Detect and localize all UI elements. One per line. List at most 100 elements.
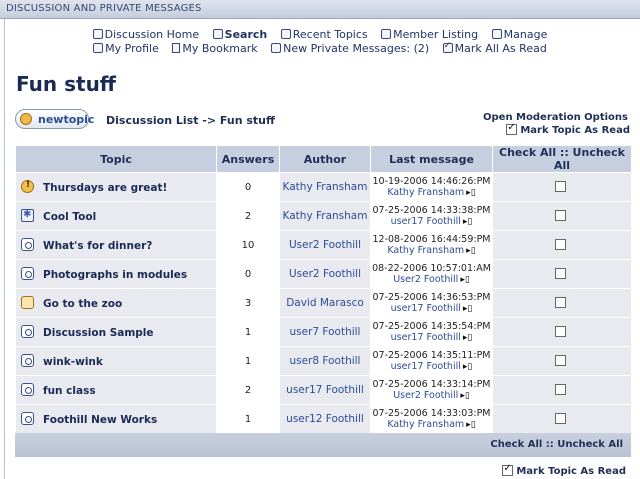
last-message-user[interactable]: Kathy Fransham [387, 245, 464, 256]
last-message-cell: 07-25-2006 14:33:38:PM user17 Foothill [370, 201, 493, 231]
answers-cell: 1 [216, 346, 280, 376]
select-topic-checkbox[interactable] [555, 384, 566, 395]
nav-my-bookmark[interactable]: My Bookmark [172, 42, 258, 55]
topic-link[interactable]: Foothill New Works [43, 414, 157, 426]
table-row: Cool Tool 2Kathy Fransham07-25-2006 14:33… [15, 201, 632, 231]
topic-link[interactable]: Photographs in modules [43, 269, 187, 281]
topic-link[interactable]: Cool Tool [43, 211, 96, 223]
nav-search[interactable]: Search [212, 28, 267, 41]
topic-cell: What's for dinner? [15, 230, 217, 260]
window-title: DISCUSSION AND PRIVATE MESSAGES [6, 3, 202, 14]
tool-icon [21, 209, 34, 222]
last-message-date: 07-25-2006 14:36:53:PM [372, 291, 491, 303]
header-author: Author [279, 145, 371, 173]
nav-discussion-home[interactable]: Discussion Home [92, 28, 199, 41]
home-icon [92, 29, 103, 39]
go-to-message-icon[interactable] [466, 188, 475, 199]
select-topic-checkbox[interactable] [555, 239, 566, 250]
nav-row-primary: Discussion Home Search Recent Topics Mem… [0, 28, 640, 41]
answers-cell: 3 [216, 288, 280, 318]
search-icon [212, 29, 223, 39]
go-to-message-icon[interactable] [460, 391, 469, 402]
header-topic: Topic [15, 145, 217, 173]
select-topic-checkbox[interactable] [555, 181, 566, 192]
mark-topic-read-bottom[interactable]: Mark Topic As Read [502, 463, 626, 477]
last-message-date: 07-25-2006 14:33:03:PM [372, 407, 491, 419]
nav-recent-topics[interactable]: Recent Topics [280, 28, 368, 41]
last-message-date: 07-25-2006 14:35:11:PM [372, 349, 491, 361]
author-link[interactable]: Kathy Fransham [279, 172, 371, 202]
last-message-user[interactable]: user17 Foothill [391, 303, 461, 314]
topic-icon [21, 412, 34, 425]
table-row: What's for dinner? 10 User2 Foothill 12-08-… [15, 230, 632, 260]
last-message-cell: 07-25-2006 14:35:54:PM user17 Foothill [370, 317, 493, 347]
go-to-message-icon[interactable] [463, 217, 472, 228]
author-link[interactable]: user8 Foothill [279, 346, 371, 376]
topic-link[interactable]: fun class [43, 385, 96, 397]
select-topic-checkbox[interactable] [555, 355, 566, 366]
nav-my-profile[interactable]: My Profile [93, 42, 159, 55]
table-row: Foothill New Works 1 user12 Foothill 07-25-… [15, 404, 632, 434]
nav-mark-all-read[interactable]: Mark All As Read [442, 41, 547, 55]
new-topic-icon [20, 113, 32, 125]
topic-link[interactable]: Discussion Sample [43, 327, 154, 339]
recent-topics-icon [280, 29, 291, 39]
nav-manage[interactable]: Manage [491, 28, 547, 41]
nav-private-messages[interactable]: New Private Messages: (2) [271, 42, 429, 55]
last-message-user[interactable]: User2 Foothill [393, 274, 458, 285]
open-moderation-options-link[interactable]: Open Moderation Options [483, 112, 628, 123]
author-link[interactable]: Kathy Fransham [279, 201, 371, 231]
select-topic-checkbox[interactable] [555, 268, 566, 279]
nav-member-listing[interactable]: Member Listing [381, 28, 478, 41]
topic-cell: Discussion Sample [15, 317, 217, 347]
last-message-user[interactable]: User2 Foothill [393, 390, 458, 401]
answers-cell: 0 [216, 172, 280, 202]
topic-cell: Thursdays are great! [15, 172, 217, 202]
new-topic-button[interactable]: newtopic [15, 109, 94, 129]
last-message-user[interactable]: Kathy Fransham [387, 419, 464, 430]
topic-link[interactable]: Thursdays are great! [43, 182, 167, 194]
topic-icon [21, 383, 34, 396]
select-topic-checkbox[interactable] [555, 326, 566, 337]
go-to-message-icon[interactable] [466, 246, 475, 257]
answers-cell: 2 [216, 375, 280, 405]
topic-link[interactable]: wink-wink [43, 356, 103, 368]
select-cell [492, 317, 632, 347]
go-to-message-icon[interactable] [463, 362, 472, 373]
last-message-user[interactable]: Kathy Fransham [387, 187, 464, 198]
author-link[interactable]: user12 Foothill [279, 404, 371, 434]
last-message-user[interactable]: user17 Foothill [391, 332, 461, 343]
select-topic-checkbox[interactable] [555, 413, 566, 424]
last-message-date: 07-25-2006 14:35:54:PM [372, 320, 491, 332]
select-cell [492, 404, 632, 434]
go-to-message-icon[interactable] [460, 275, 469, 286]
nav-row-secondary: My Profile My Bookmark New Private Messa… [0, 41, 640, 55]
go-to-message-icon[interactable] [463, 333, 472, 344]
table-row: Go to the zoo 3 David Marasco 07-25-2006 14… [15, 288, 632, 318]
author-link[interactable]: user17 Foothill [279, 375, 371, 405]
mark-topic-read-checkbox-bottom[interactable] [502, 463, 514, 476]
mark-topic-read-checkbox[interactable] [506, 122, 518, 135]
go-to-message-icon[interactable] [466, 420, 475, 431]
mark-topic-read-top[interactable]: Mark Topic As Read [506, 122, 630, 136]
topic-table: Topic Answers Author Last message Check … [15, 145, 632, 434]
go-to-message-icon[interactable] [463, 304, 472, 315]
table-row: wink-wink 1 user8 Foothill 07-25-2006 14:35… [15, 346, 632, 376]
last-message-date: 07-25-2006 14:33:38:PM [372, 204, 491, 216]
last-message-user[interactable]: user17 Foothill [391, 361, 461, 372]
last-message-cell: 07-25-2006 14:36:53:PM user17 Foothill [370, 288, 493, 318]
author-link[interactable]: User2 Foothill [279, 259, 371, 289]
breadcrumb[interactable]: Discussion List -> Fun stuff [106, 114, 275, 127]
topic-link[interactable]: What's for dinner? [43, 240, 152, 252]
select-topic-checkbox[interactable] [555, 210, 566, 221]
select-topic-checkbox[interactable] [555, 297, 566, 308]
author-link[interactable]: user7 Foothill [279, 317, 371, 347]
last-message-user[interactable]: user17 Foothill [391, 216, 461, 227]
author-link[interactable]: User2 Foothill [279, 230, 371, 260]
private-messages-icon [271, 43, 282, 53]
topic-link[interactable]: Go to the zoo [43, 298, 122, 310]
topic-cell: wink-wink [15, 346, 217, 376]
footer-check-all-link[interactable]: Check All :: Uncheck All [490, 439, 623, 450]
author-link[interactable]: David Marasco [279, 288, 371, 318]
header-check-all[interactable]: Check All :: Uncheck All [492, 145, 632, 173]
